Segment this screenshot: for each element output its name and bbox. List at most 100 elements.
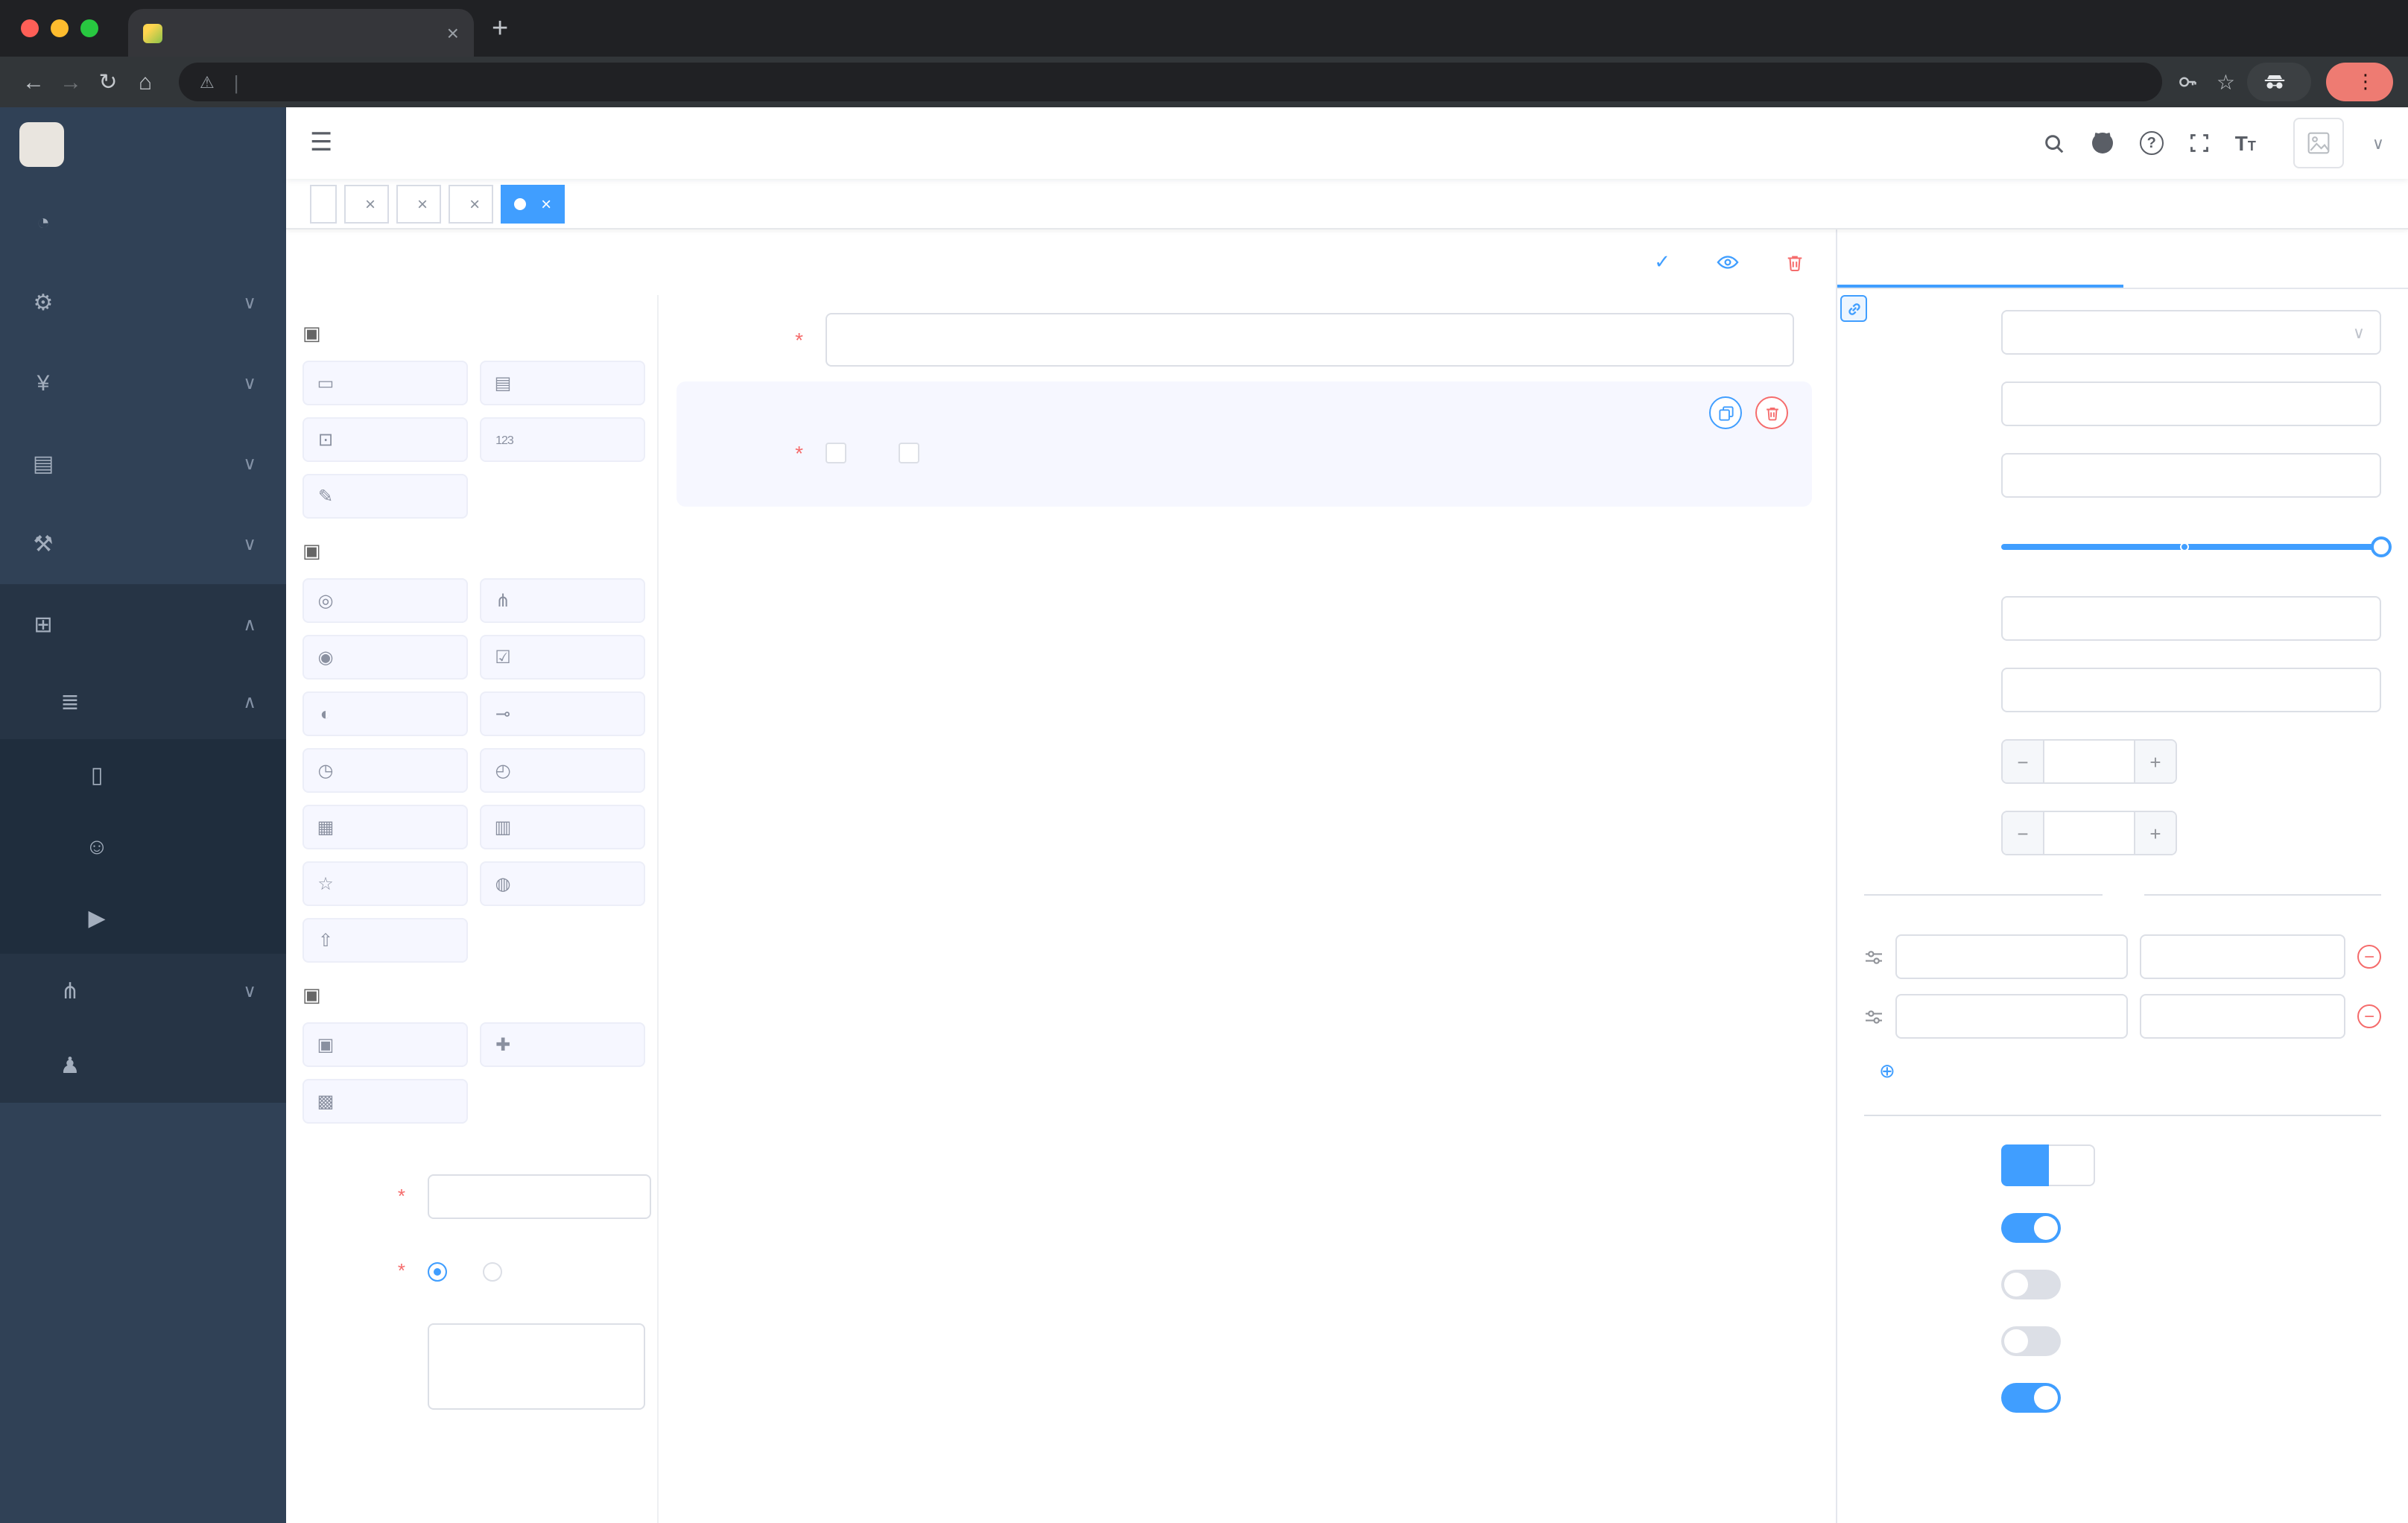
copy-component-button[interactable] — [1709, 396, 1742, 429]
palette-item-time-range[interactable]: ◴ — [480, 748, 645, 793]
phone-field[interactable] — [677, 313, 1812, 367]
increase-button[interactable]: + — [2134, 741, 2176, 782]
sidebar-item-workflow[interactable]: ⊞ ∧ — [0, 584, 286, 665]
show-label-switch[interactable] — [2001, 1213, 2061, 1243]
palette-item-textarea[interactable]: ▤ — [480, 361, 645, 405]
palette-item-table[interactable]: ▩ — [302, 1079, 468, 1124]
phone-input[interactable] — [826, 313, 1794, 367]
option-name-input[interactable] — [1895, 994, 2128, 1039]
palette-item-cascader[interactable]: ⋔ — [480, 578, 645, 623]
gender-option2-checkbox[interactable] — [899, 443, 930, 463]
option-style-button-button[interactable] — [2049, 1144, 2095, 1186]
tag-close-icon[interactable]: × — [541, 193, 551, 214]
gender-field-selected[interactable] — [677, 381, 1812, 507]
slider-handle[interactable] — [2371, 536, 2392, 557]
hamburger-icon[interactable]: ☰ — [310, 128, 333, 158]
search-icon[interactable] — [2043, 132, 2065, 154]
remove-option-button[interactable]: − — [2357, 1004, 2381, 1028]
github-icon[interactable] — [2091, 131, 2114, 155]
palette-item-switch[interactable]: ◐ — [302, 691, 468, 736]
forward-button[interactable]: → — [52, 63, 89, 101]
sidebar-item-payment[interactable]: ¥ ∨ — [0, 343, 286, 423]
clear-button[interactable] — [1785, 253, 1812, 272]
sidebar-item-user-group[interactable]: ☺ — [0, 811, 286, 882]
stepper-placeholder[interactable] — [2044, 812, 2134, 854]
palette-item-single-line[interactable]: ▭ — [302, 361, 468, 405]
add-option-button[interactable]: ⊕ — [1864, 1060, 2381, 1083]
stepper-placeholder[interactable] — [2044, 741, 2134, 782]
status-off-radio[interactable] — [483, 1261, 511, 1281]
tag-process-model[interactable]: × — [396, 184, 442, 223]
tag-process-form[interactable]: × — [449, 184, 494, 223]
increase-button[interactable]: + — [2134, 812, 2176, 854]
remove-option-button[interactable]: − — [2357, 945, 2381, 969]
palette-item-rate[interactable]: ☆ — [302, 861, 468, 906]
sidebar-item-process-management[interactable]: ≣ ∧ — [0, 665, 286, 739]
title-input[interactable] — [2001, 453, 2381, 498]
save-button[interactable]: ✓ — [1654, 250, 1678, 274]
label-width-input[interactable] — [2001, 596, 2381, 641]
required-switch[interactable] — [2001, 1383, 2061, 1413]
new-tab-button[interactable]: + — [492, 14, 508, 42]
palette-item-color-picker[interactable]: ◍ — [480, 861, 645, 906]
palette-item-row-container[interactable]: ▣ — [302, 1022, 468, 1067]
palette-item-date-picker[interactable]: ▦ — [302, 805, 468, 849]
component-type-select[interactable]: ∨ — [2001, 310, 2381, 355]
tag-process-definition[interactable]: × — [344, 184, 390, 223]
maximize-window-button[interactable] — [80, 19, 98, 37]
app-logo[interactable] — [0, 107, 286, 182]
palette-item-time-picker[interactable]: ◷ — [302, 748, 468, 793]
user-avatar[interactable] — [2293, 118, 2344, 168]
reload-button[interactable]: ↻ — [89, 63, 127, 101]
address-bar[interactable]: ⚠ | — [179, 63, 2163, 101]
option-value-input[interactable] — [2139, 934, 2345, 979]
browser-menu-icon[interactable]: ⋮ — [2356, 70, 2375, 94]
delete-component-button[interactable] — [1755, 396, 1788, 429]
tab-close-icon[interactable]: × — [447, 22, 459, 43]
home-button[interactable]: ⌂ — [127, 63, 164, 101]
decrease-button[interactable]: − — [2003, 741, 2044, 782]
form-grid-slider[interactable] — [2001, 525, 2392, 569]
drag-handle-icon[interactable] — [1864, 1008, 1883, 1025]
sidebar-item-process-model[interactable]: ▶ — [0, 882, 286, 954]
sidebar-item-leave-query[interactable]: ♟ — [0, 1028, 286, 1103]
palette-item-date-range[interactable]: ▥ — [480, 805, 645, 849]
drag-handle-icon[interactable] — [1864, 949, 1883, 965]
close-window-button[interactable] — [21, 19, 39, 37]
palette-item-upload[interactable]: ⇧ — [302, 918, 468, 963]
link-icon[interactable] — [1840, 295, 1867, 322]
sidebar-item-process-form[interactable]: ▯ — [0, 739, 286, 811]
tag-process-form-edit[interactable]: × — [501, 184, 565, 223]
tag-home[interactable] — [310, 184, 337, 223]
palette-item-slider[interactable]: ⊸ — [480, 691, 645, 736]
tag-close-icon[interactable]: × — [469, 193, 480, 214]
palette-item-button[interactable]: ✚ — [480, 1022, 645, 1067]
option-style-default-button[interactable] — [2001, 1144, 2049, 1186]
palette-item-select[interactable]: ◎ — [302, 578, 468, 623]
status-on-radio[interactable] — [428, 1261, 456, 1281]
sidebar-item-devtools[interactable]: ⚒ ∨ — [0, 504, 286, 584]
palette-item-counter[interactable]: 123 — [480, 417, 645, 462]
sidebar-item-infrastructure[interactable]: ▤ ∨ — [0, 423, 286, 504]
tag-close-icon[interactable]: × — [365, 193, 376, 214]
form-name-input[interactable] — [428, 1174, 651, 1219]
update-chip[interactable]: ⋮ — [2326, 63, 2393, 101]
fullscreen-icon[interactable] — [2189, 133, 2210, 153]
palette-item-password[interactable]: ⊡ — [302, 417, 468, 462]
palette-item-radio-group[interactable]: ◉ — [302, 635, 468, 680]
gender-option1-checkbox[interactable] — [826, 443, 857, 463]
option-name-input[interactable] — [1895, 934, 2128, 979]
palette-item-editor[interactable]: ✎ — [302, 474, 468, 519]
help-icon[interactable]: ? — [2139, 131, 2164, 155]
password-key-icon[interactable] — [2178, 72, 2199, 92]
view-json-button[interactable] — [1717, 255, 1746, 270]
disabled-switch[interactable] — [2001, 1326, 2061, 1356]
default-value-input[interactable] — [2001, 668, 2381, 712]
tab-component-props[interactable] — [1837, 229, 2123, 288]
form-remark-textarea[interactable] — [428, 1323, 645, 1410]
tab-form-props[interactable] — [2123, 229, 2408, 288]
avatar-caret-icon[interactable]: ∨ — [2372, 133, 2384, 153]
option-value-input[interactable] — [2139, 994, 2345, 1039]
sidebar-item-home[interactable]: ◔ — [0, 182, 286, 262]
back-button[interactable]: ← — [15, 63, 52, 101]
